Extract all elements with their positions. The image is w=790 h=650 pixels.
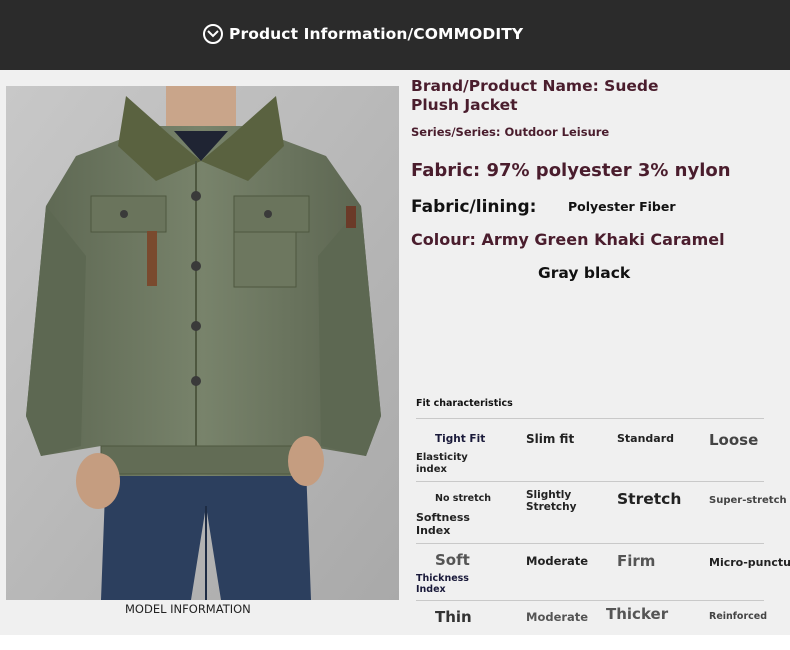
fit-option-loose: Loose [709,431,759,449]
elasticity-option-stretch: Stretch [617,490,682,508]
header-title: Product Information/COMMODITY [229,25,524,43]
fabric-text: Fabric: 97% polyester 3% nylon [411,160,731,181]
thickness-label: Thickness Index [416,573,469,595]
elasticity-option-slight: Slightly Stretchy [526,489,577,513]
softness-option-micro: Micro-puncture [709,556,790,569]
colour-text-line2: Gray black [538,264,631,282]
series-text: Series/Series: Outdoor Leisure [411,125,610,139]
model-photo [6,86,399,600]
softness-label: Softness Index [416,511,470,537]
chevron-down-circle-icon [203,24,223,44]
softness-option-moderate: Moderate [526,554,589,568]
softness-option-firm: Firm [617,552,656,570]
thickness-option-thin: Thin [435,608,472,626]
colour-text: Colour: Army Green Khaki Caramel [411,230,725,249]
fit-option-standard: Standard [617,432,675,445]
brand-name-line2: Plush Jacket [411,96,518,114]
thickness-option-moderate: Moderate [526,610,589,624]
brand-name-line1: Brand/Product Name: Suede [411,77,659,95]
elasticity-label: Elasticity index [416,452,468,475]
elasticity-option-none: No stretch [435,493,492,504]
fit-divider-3 [416,543,764,544]
lining-label: Fabric/lining: [411,197,537,217]
model-caption: MODEL INFORMATION [125,602,251,616]
fit-divider-4 [416,600,764,601]
thickness-option-thicker: Thicker [606,605,669,623]
elasticity-option-super: Super-stretch [709,495,787,506]
softness-option-soft: Soft [435,551,470,569]
fit-divider-2 [416,481,764,482]
fit-title: Fit characteristics [416,398,513,409]
thickness-option-reinforced: Reinforced [709,611,767,622]
fit-divider-1 [416,418,764,419]
header-bar: Product Information/COMMODITY [0,0,790,70]
lining-value: Polyester Fiber [568,199,676,214]
header-title-group: Product Information/COMMODITY [203,24,523,44]
fit-option-slim: Slim fit [526,432,575,446]
fit-option-tight: Tight Fit [435,433,486,445]
